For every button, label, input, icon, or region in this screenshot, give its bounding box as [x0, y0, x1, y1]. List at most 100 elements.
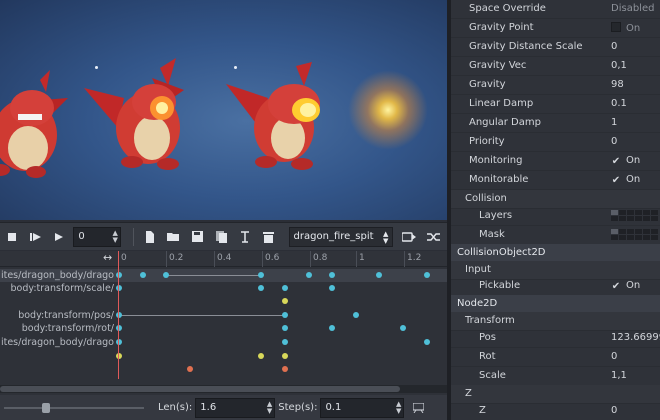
- prop-z[interactable]: Z 0: [451, 402, 660, 420]
- prop-space-override[interactable]: Space Override Disabled: [451, 0, 660, 19]
- ruler-tick: [404, 251, 405, 267]
- prop-linear-damp[interactable]: Linear Damp 0.1: [451, 95, 660, 114]
- track-row[interactable]: [0, 295, 447, 308]
- prop-gravity-vec[interactable]: Gravity Vec 0,1: [451, 57, 660, 76]
- rename-icon[interactable]: [235, 227, 255, 247]
- track-row[interactable]: [0, 350, 447, 363]
- save-icon[interactable]: [187, 227, 207, 247]
- editor-window: 0 ▲ ▼ dragon_fire_spit ▲ ▼ ↔ 0 0.2 0.4 0.6: [0, 0, 660, 420]
- track-name: ites/dragon_body/drago: [0, 337, 114, 348]
- length-spinbox[interactable]: 1.6 ▲ ▼: [195, 397, 276, 418]
- timeline-scrollbar[interactable]: [0, 385, 447, 393]
- checkbox-unchecked-icon[interactable]: [611, 22, 621, 32]
- prop-gravity[interactable]: Gravity 98: [451, 76, 660, 95]
- keyframe[interactable]: [116, 285, 122, 291]
- prop-priority[interactable]: Priority 0: [451, 133, 660, 152]
- keyframe[interactable]: [424, 272, 430, 278]
- new-animation-icon[interactable]: [140, 227, 160, 247]
- step-spinbox[interactable]: 0.1 ▲ ▼: [320, 397, 405, 418]
- animation-toolbar: 0 ▲ ▼ dragon_fire_spit ▲ ▼: [0, 222, 447, 250]
- canvas-viewport[interactable]: [0, 0, 447, 220]
- prop-mask[interactable]: Mask: [451, 226, 660, 245]
- prop-pos[interactable]: Pos 123.66999!: [451, 329, 660, 348]
- prop-monitorable[interactable]: Monitorable ✔ On: [451, 171, 660, 190]
- duplicate-icon[interactable]: [211, 227, 231, 247]
- prop-scale[interactable]: Scale 1,1: [451, 367, 660, 386]
- track-row[interactable]: /body:transform/pos: [0, 309, 447, 322]
- track-name: ites/dragon_body/drago: [0, 270, 114, 281]
- ruler-label: 0.8: [313, 253, 328, 263]
- prop-gravity-distance-scale[interactable]: Gravity Distance Scale 0: [451, 38, 660, 57]
- checkmark-icon[interactable]: ✔: [611, 157, 621, 167]
- spin-arrows-icon[interactable]: ▲ ▼: [112, 229, 117, 244]
- step-label: Step(s):: [278, 402, 318, 413]
- track-row[interactable]: /body:transform/rot: [0, 322, 447, 335]
- keyframe[interactable]: [424, 339, 430, 345]
- delete-icon[interactable]: [259, 227, 279, 247]
- zoom-slider[interactable]: [4, 398, 144, 418]
- track-row[interactable]: ites/dragon_body/drago: [0, 269, 447, 282]
- keyframe[interactable]: [282, 325, 288, 331]
- play-from-start-icon[interactable]: [26, 227, 46, 247]
- keyframe[interactable]: [282, 339, 288, 345]
- keyframe[interactable]: [116, 339, 122, 345]
- track-row[interactable]: [0, 363, 447, 376]
- keyframe[interactable]: [258, 272, 264, 278]
- prop-gravity-point[interactable]: Gravity Point On: [451, 19, 660, 38]
- track-name: /body:transform/pos: [18, 310, 114, 321]
- track-name: /body:transform/scale: [10, 283, 114, 294]
- frame-spinbox[interactable]: 0 ▲ ▼: [73, 226, 121, 247]
- slider-grabber[interactable]: [42, 402, 50, 413]
- keyframe[interactable]: [140, 272, 146, 278]
- keyframe[interactable]: [282, 353, 288, 359]
- spin-arrows-icon[interactable]: ▲ ▼: [267, 400, 272, 415]
- inspector-panel: Space Override Disabled Gravity Point On…: [451, 0, 660, 420]
- keyframe[interactable]: [353, 312, 359, 318]
- keyframe[interactable]: [306, 272, 312, 278]
- keyframe[interactable]: [282, 366, 288, 372]
- keyframe[interactable]: [282, 298, 288, 304]
- open-folder-icon[interactable]: [164, 227, 184, 247]
- mask-bitfield[interactable]: [611, 229, 658, 240]
- prop-angular-damp[interactable]: Angular Damp 1: [451, 114, 660, 133]
- length-label: Len(s):: [158, 402, 193, 413]
- keyframe[interactable]: [282, 285, 288, 291]
- checkmark-icon[interactable]: ✔: [611, 176, 621, 186]
- animation-select[interactable]: dragon_fire_spit ▲ ▼: [288, 226, 394, 247]
- prop-pickable[interactable]: Pickable ✔ On: [451, 277, 660, 296]
- ruler-tick: [214, 251, 215, 267]
- prop-rot[interactable]: Rot 0: [451, 348, 660, 367]
- keyframe[interactable]: [116, 353, 122, 359]
- prop-monitoring[interactable]: Monitoring ✔ On: [451, 152, 660, 171]
- track-row[interactable]: ites/dragon_body/drago: [0, 336, 447, 349]
- prop-layers[interactable]: Layers: [451, 207, 660, 226]
- ruler-tick: [262, 251, 263, 267]
- blend-icon[interactable]: [423, 227, 443, 247]
- stop-icon[interactable]: [2, 227, 22, 247]
- keyframe[interactable]: [258, 285, 264, 291]
- scrollbar-thumb[interactable]: [0, 386, 400, 392]
- keyframe[interactable]: [163, 272, 169, 278]
- spin-arrows-icon[interactable]: ▲ ▼: [396, 400, 401, 415]
- keyframe[interactable]: [376, 272, 382, 278]
- keyframe[interactable]: [329, 325, 335, 331]
- timeline-ruler[interactable]: ↔ 0 0.2 0.4 0.6 0.8 1 1.2: [0, 251, 447, 267]
- keyframe[interactable]: [329, 272, 335, 278]
- checkmark-icon[interactable]: ✔: [611, 282, 621, 292]
- keyframe[interactable]: [116, 325, 122, 331]
- keyframe[interactable]: [116, 312, 122, 318]
- playhead[interactable]: [118, 251, 119, 379]
- autoplay-icon[interactable]: [399, 227, 419, 247]
- animation-timeline[interactable]: ↔ 0 0.2 0.4 0.6 0.8 1 1.2 ites/dragon_bo…: [0, 251, 447, 395]
- keyframe[interactable]: [329, 285, 335, 291]
- ruler-label: 0.2: [169, 253, 184, 263]
- track-row[interactable]: /body:transform/scale: [0, 282, 447, 295]
- keyframe[interactable]: [282, 312, 288, 318]
- keyframe[interactable]: [258, 353, 264, 359]
- keyframe[interactable]: [187, 366, 193, 372]
- play-icon[interactable]: [50, 227, 70, 247]
- keyframe[interactable]: [400, 325, 406, 331]
- layers-bitfield[interactable]: [611, 210, 658, 221]
- track-tools-icon[interactable]: [408, 398, 428, 418]
- keyframe[interactable]: [116, 272, 122, 278]
